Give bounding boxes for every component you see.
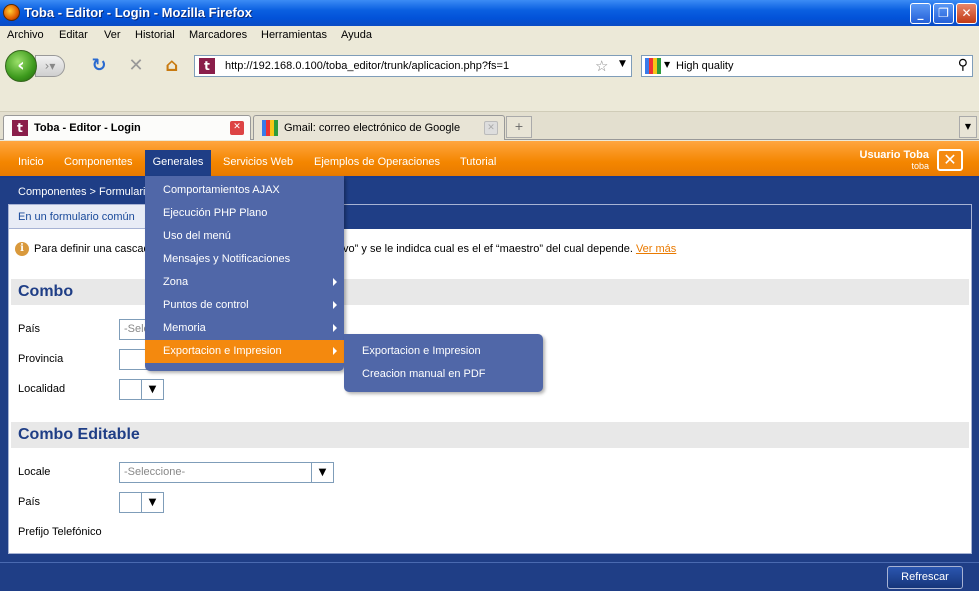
toba-favicon-icon: t [12, 120, 28, 136]
google-search-engine-icon[interactable] [645, 58, 661, 74]
url-text: http://192.168.0.100/toba_editor/trunk/a… [225, 60, 510, 72]
menu-item-label: Exportacion e Impresion [163, 345, 282, 357]
maximize-button[interactable]: ❐ [933, 3, 954, 24]
user-info: Usuario Toba toba [860, 149, 929, 171]
section-combo-editable-title: Combo Editable [11, 422, 969, 448]
tab-label: Toba - Editor - Login [34, 122, 141, 134]
pais-editable-combo[interactable]: ▼ [119, 492, 164, 513]
forward-button[interactable]: ›▾ [35, 55, 65, 77]
submenu-arrow-icon [333, 324, 337, 332]
menu-editar[interactable]: Editar [59, 29, 88, 41]
locale-combo[interactable]: -Seleccione- ▼ [119, 462, 334, 483]
bookmarks-toolbar [0, 86, 979, 112]
firefox-icon [3, 4, 20, 21]
nav-inicio[interactable]: Inicio [18, 156, 44, 168]
menu-item-ajax[interactable]: Comportamientos AJAX [145, 179, 344, 202]
field-label-provincia: Provincia [18, 353, 64, 365]
chevron-down-icon[interactable]: ▼ [311, 463, 333, 482]
reload-icon[interactable]: ↻ [88, 55, 110, 77]
tab-formulario-comun[interactable]: En un formulario común [9, 205, 149, 229]
menu-herramientas[interactable]: Herramientas [261, 29, 327, 41]
tab-gmail[interactable]: Gmail: correo electrónico de Google ✕ [253, 115, 505, 140]
app-navigation-bar: Inicio Componentes Generales Servicios W… [0, 141, 979, 178]
breadcrumb-text: Componentes > Formulario [18, 186, 152, 198]
browser-menubar: Archivo Editar Ver Historial Marcadores … [0, 26, 979, 46]
menu-item-mensajes[interactable]: Mensajes y Notificaciones [145, 248, 344, 271]
field-label-pais: País [18, 323, 41, 335]
close-window-button[interactable]: ✕ [956, 3, 977, 24]
user-id: toba [911, 161, 929, 171]
chevron-down-icon[interactable]: ▼ [141, 493, 163, 512]
info-text-left: Para definir una cascada [34, 243, 156, 255]
search-engine-dropdown-icon[interactable]: ▼ [664, 60, 670, 69]
search-bar[interactable]: ▼ High quality ⚲ [641, 55, 973, 77]
field-label-locale: Locale [18, 466, 51, 478]
menu-ver[interactable]: Ver [104, 29, 121, 41]
nav-componentes[interactable]: Componentes [64, 156, 133, 168]
nav-tutorial[interactable]: Tutorial [460, 156, 496, 168]
localidad-combo[interactable]: ▼ [119, 379, 164, 400]
window-titlebar: Toba - Editor - Login - Mozilla Firefox … [0, 0, 979, 26]
menu-marcadores[interactable]: Marcadores [189, 29, 247, 41]
menu-item-label: Memoria [163, 322, 206, 334]
field-label-localidad: Localidad [18, 383, 66, 395]
info-text-right: clavo” y se le indidca cual es el ef “ma… [329, 243, 676, 255]
info-text: clavo” y se le indidca cual es el ef “ma… [329, 243, 633, 255]
exportacion-submenu: Exportacion e Impresion Creacion manual … [344, 334, 543, 392]
nav-servicios-web[interactable]: Servicios Web [223, 156, 293, 168]
menu-ayuda[interactable]: Ayuda [341, 29, 372, 41]
generales-dropdown-menu: Comportamientos AJAX Ejecución PHP Plano… [145, 176, 344, 371]
url-history-dropdown-icon[interactable]: ▼ [619, 59, 626, 69]
google-favicon-icon [262, 120, 278, 136]
address-bar[interactable]: t http://192.168.0.100/toba_editor/trunk… [194, 55, 632, 77]
menu-item-uso-menu[interactable]: Uso del menú [145, 225, 344, 248]
bookmark-star-icon[interactable]: ☆ [595, 57, 608, 75]
tab-toba-editor[interactable]: t Toba - Editor - Login ✕ [3, 115, 251, 140]
menu-item-exportacion[interactable]: Exportacion e Impresion [145, 340, 344, 363]
nav-generales[interactable]: Generales [145, 150, 211, 177]
menu-archivo[interactable]: Archivo [7, 29, 44, 41]
menu-item-label: Zona [163, 276, 189, 288]
submenu-item-exportacion[interactable]: Exportacion e Impresion [344, 340, 543, 363]
submenu-arrow-icon [333, 278, 337, 286]
submenu-arrow-icon [333, 301, 337, 309]
close-tab-icon[interactable]: ✕ [230, 121, 244, 135]
info-icon: i [15, 242, 29, 256]
menu-item-puntos-control[interactable]: Puntos de control [145, 294, 344, 317]
tab-list-dropdown-icon[interactable]: ▼ [959, 116, 977, 138]
menu-item-label: Puntos de control [163, 299, 249, 311]
close-tab-icon[interactable]: ✕ [484, 121, 498, 135]
logout-button[interactable]: ✕ [937, 149, 963, 171]
minimize-button[interactable]: _ [910, 3, 931, 24]
stop-icon[interactable]: ✕ [125, 55, 147, 77]
user-name: Usuario Toba [859, 149, 929, 161]
chevron-down-icon[interactable]: ▼ [141, 380, 163, 399]
refrescar-button[interactable]: Refrescar [887, 566, 963, 589]
menu-item-zona[interactable]: Zona [145, 271, 344, 294]
home-icon[interactable]: ⌂ [161, 55, 183, 77]
submenu-item-pdf[interactable]: Creacion manual en PDF [344, 363, 543, 386]
tab-label: Gmail: correo electrónico de Google [284, 122, 461, 134]
site-favicon-icon: t [199, 58, 215, 74]
window-title: Toba - Editor - Login - Mozilla Firefox [24, 5, 252, 20]
back-button[interactable]: ‹ [5, 50, 37, 82]
navigation-toolbar: ›▾ ‹ ↻ ✕ ⌂ t http://192.168.0.100/toba_e… [0, 46, 979, 86]
bottom-toolbar: Refrescar [0, 562, 979, 591]
ver-mas-link[interactable]: Ver más [636, 243, 676, 255]
menu-historial[interactable]: Historial [135, 29, 175, 41]
field-label-prefijo: Prefijo Telefónico [18, 526, 102, 538]
search-icon[interactable]: ⚲ [958, 57, 968, 73]
menu-item-memoria[interactable]: Memoria [145, 317, 344, 340]
new-tab-button[interactable]: + [506, 116, 532, 138]
submenu-arrow-icon [333, 347, 337, 355]
menu-item-php-plano[interactable]: Ejecución PHP Plano [145, 202, 344, 225]
tab-strip: t Toba - Editor - Login ✕ Gmail: correo … [0, 112, 979, 140]
nav-ejemplos-operaciones[interactable]: Ejemplos de Operaciones [314, 156, 440, 168]
locale-combo-value: -Seleccione- [124, 466, 186, 478]
search-input[interactable]: High quality [676, 60, 733, 72]
field-label-pais-editable: País [18, 496, 41, 508]
